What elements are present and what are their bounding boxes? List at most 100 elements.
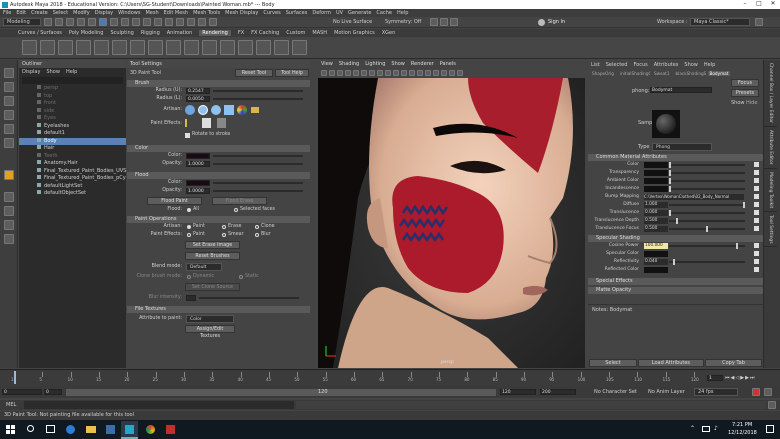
- presets-button[interactable]: Presets: [731, 89, 759, 97]
- flood-color-slider[interactable]: [213, 182, 303, 184]
- toggle-icon-2[interactable]: [440, 18, 448, 26]
- attribute-color-swatch[interactable]: [644, 251, 668, 257]
- flood-section[interactable]: Flood: [127, 172, 310, 179]
- outliner-item[interactable]: defaultLightSet: [19, 182, 126, 191]
- attr-menu-focus[interactable]: Focus: [633, 62, 647, 68]
- notes-area[interactable]: [591, 315, 760, 351]
- store-icon[interactable]: [106, 425, 115, 434]
- outliner-item[interactable]: Final_Textured_Paint_Bodies_pCylinder: [19, 175, 126, 183]
- shelf-tab-mash[interactable]: MASH: [312, 30, 327, 36]
- op-blur-radio[interactable]: [255, 233, 259, 237]
- load-attributes-button[interactable]: Load Attributes: [637, 359, 704, 367]
- slider-handle[interactable]: [676, 218, 679, 224]
- copy-tab-button[interactable]: Copy Tab: [705, 359, 762, 367]
- layout-two-icon[interactable]: [4, 220, 14, 230]
- shelf-tool-icon-1[interactable]: [22, 40, 37, 55]
- layout-single-icon[interactable]: [4, 192, 14, 202]
- layout-outliner-icon[interactable]: [4, 234, 14, 244]
- attr-menu-attributes[interactable]: Attributes: [654, 62, 679, 68]
- slider-handle[interactable]: [706, 226, 708, 232]
- aa-icon[interactable]: [401, 70, 407, 76]
- menu-edit-mesh[interactable]: Edit Mesh: [164, 10, 188, 16]
- radius-l-slider[interactable]: [213, 98, 303, 100]
- reset-tool-button[interactable]: Reset Tool: [235, 69, 273, 77]
- texture-icon[interactable]: [353, 70, 359, 76]
- static-radio[interactable]: [239, 275, 243, 279]
- attribute-slider[interactable]: [669, 202, 745, 208]
- outliner-item[interactable]: Teeth: [19, 152, 126, 161]
- shelf-tab-rigging[interactable]: Rigging: [141, 30, 160, 36]
- shadows-icon[interactable]: [369, 70, 375, 76]
- shelf-tab-fx-caching[interactable]: FX Caching: [251, 30, 279, 36]
- paint-tool-icon[interactable]: [4, 170, 14, 180]
- special-effects-section[interactable]: Special Effects: [588, 278, 763, 285]
- map-button[interactable]: [754, 251, 759, 256]
- save-scene-icon[interactable]: [66, 18, 74, 26]
- step-back-icon[interactable]: ◀: [731, 375, 735, 381]
- windows-start-icon[interactable]: [6, 425, 15, 434]
- mel-label[interactable]: MEL: [6, 402, 16, 408]
- hypershade-icon[interactable]: [209, 18, 217, 26]
- file-textures-section[interactable]: File Textures: [127, 306, 310, 313]
- live-surface-label[interactable]: No Live Surface: [333, 19, 372, 25]
- shelf-tool-icon-13[interactable]: [238, 40, 253, 55]
- paint-select-icon[interactable]: [4, 96, 14, 106]
- toggle-icon[interactable]: [430, 18, 438, 26]
- move-tool-icon[interactable]: [4, 110, 14, 120]
- workspace-lock-icon[interactable]: [755, 18, 763, 26]
- attribute-slider[interactable]: [669, 226, 745, 232]
- map-button[interactable]: [754, 186, 759, 191]
- smooth-shade-icon[interactable]: [345, 70, 351, 76]
- attribute-slider[interactable]: [669, 162, 745, 168]
- attr-menu-selected[interactable]: Selected: [606, 62, 628, 68]
- color-mgmt-icon[interactable]: [441, 70, 447, 76]
- brush-settings-icon[interactable]: [217, 118, 226, 128]
- flood-erase-button[interactable]: Flood Erase: [212, 197, 267, 205]
- slider-handle[interactable]: [669, 186, 671, 192]
- attribute-slider[interactable]: [669, 170, 745, 176]
- brush-profile-icon-4[interactable]: [224, 105, 234, 115]
- 3d-viewport[interactable]: View Shading Lighting Show Renderer Panels pe…: [318, 60, 585, 368]
- outliner-item[interactable]: Eyelashes: [19, 122, 126, 131]
- slider-handle[interactable]: [669, 170, 671, 176]
- viewport-menu-panels[interactable]: Panels: [440, 61, 456, 67]
- file-explorer-icon[interactable]: [86, 426, 96, 433]
- op-pe-paint-radio[interactable]: [187, 233, 191, 237]
- attribute-slider[interactable]: [669, 259, 745, 265]
- map-button[interactable]: [754, 226, 759, 231]
- slider-handle[interactable]: [735, 243, 738, 249]
- attribute-value-field[interactable]: 0.040: [644, 259, 668, 265]
- render-icon[interactable]: [176, 18, 184, 26]
- slider-handle[interactable]: [672, 259, 675, 265]
- show-label[interactable]: Show: [731, 100, 745, 106]
- brush-profile-icon-1[interactable]: [185, 105, 195, 115]
- slider-handle[interactable]: [743, 202, 745, 208]
- paint-color-swatch[interactable]: [186, 153, 210, 159]
- node-name-field[interactable]: Bodymat: [650, 87, 712, 93]
- map-button[interactable]: [754, 170, 759, 175]
- network-icon[interactable]: [702, 426, 710, 432]
- workspace-dropdown[interactable]: Maya Classic*: [690, 18, 750, 26]
- flood-opacity-field[interactable]: 1.0000: [186, 188, 210, 194]
- shelf-tab-poly-modeling[interactable]: Poly Modeling: [69, 30, 104, 36]
- shelf-tool-icon-11[interactable]: [202, 40, 217, 55]
- set-clone-source-button[interactable]: Set Clone Source: [185, 283, 240, 291]
- menu-generate[interactable]: Generate: [348, 10, 371, 16]
- outliner-item[interactable]: defaultObjectSet: [19, 190, 126, 198]
- shelf-tool-icon-9[interactable]: [166, 40, 181, 55]
- attribute-value-field[interactable]: 0.000: [644, 210, 668, 216]
- new-scene-icon[interactable]: [44, 18, 52, 26]
- attr-tab-shapeorig[interactable]: ShapeOrig: [590, 71, 616, 76]
- select-component-icon[interactable]: [121, 18, 129, 26]
- attribute-texture-path[interactable]: C:\Vertex\WomanClothed\02_Body_Normal: [644, 194, 744, 200]
- end-time-field[interactable]: 200: [540, 389, 576, 395]
- shelf-tab-motion-graphics[interactable]: Motion Graphics: [334, 30, 375, 36]
- redo-icon[interactable]: [88, 18, 96, 26]
- attr-menu-list[interactable]: List: [591, 62, 600, 68]
- outliner-item[interactable]: Final_Textured_Paint_Bodies_UVSet1: [19, 167, 126, 176]
- film-gate-icon[interactable]: [417, 70, 423, 76]
- focus-button[interactable]: Focus: [731, 79, 759, 87]
- paint-effects-brush-icon[interactable]: [185, 119, 193, 127]
- op-erase-radio[interactable]: [222, 225, 226, 229]
- auto-key-icon[interactable]: [752, 388, 760, 396]
